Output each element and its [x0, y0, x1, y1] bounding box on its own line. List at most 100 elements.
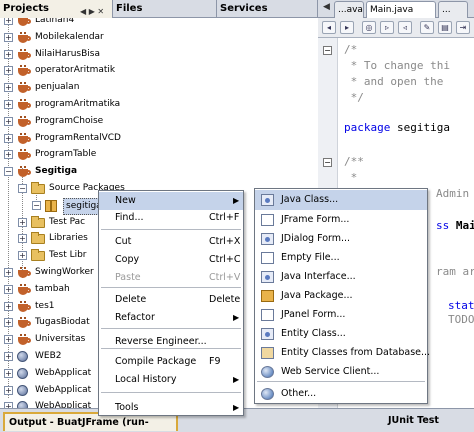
submenu-arrow-icon: ▶: [233, 375, 240, 384]
shift-line-icon[interactable]: ⇥: [456, 21, 470, 34]
menu-item-shortcut: Ctrl+V: [209, 272, 241, 283]
expand-icon[interactable]: +: [18, 217, 27, 227]
menu-item-shortcut: Delete: [209, 294, 241, 305]
menu-item-delete[interactable]: Delete Delete: [99, 291, 243, 309]
expand-icon[interactable]: +: [4, 49, 13, 59]
expand-icon[interactable]: +: [4, 352, 13, 361]
expand-icon[interactable]: +: [4, 284, 13, 294]
tab-projects[interactable]: Projects ◀ ▶ ✕: [0, 0, 113, 18]
submenu-item-java-interface[interactable]: Java Interface...: [255, 267, 427, 287]
find-icon[interactable]: ◎: [362, 21, 376, 34]
editor-tab-3-label: ...: [442, 5, 451, 15]
expand-icon[interactable]: +: [4, 150, 13, 160]
menu-item-reverse-engineer[interactable]: Reverse Engineer...: [99, 333, 243, 351]
expand-icon[interactable]: +: [4, 268, 13, 277]
code-line: TODO: [448, 313, 474, 326]
submenu-item-java-package[interactable]: Java Package...: [255, 286, 427, 306]
expand-icon[interactable]: +: [4, 368, 13, 378]
tree-item-label: Libraries: [49, 233, 88, 244]
menu-item-shortcut: Ctrl+X: [209, 236, 241, 247]
tree-item[interactable]: − Segitiga: [0, 163, 318, 180]
expand-icon[interactable]: +: [18, 251, 27, 261]
menu-item-cut[interactable]: Cut Ctrl+X: [99, 233, 243, 251]
submenu-item-java-class[interactable]: Java Class...: [255, 190, 427, 210]
expand-icon[interactable]: +: [4, 18, 13, 25]
code-line: /**: [344, 155, 364, 168]
submenu-item-jframe-form[interactable]: JFrame Form...: [255, 210, 427, 230]
code-line: * To change thi: [344, 59, 450, 72]
tree-item-label: tambah: [35, 283, 70, 294]
back-icon[interactable]: ◂: [322, 21, 336, 34]
java-project-icon: [17, 283, 31, 295]
collapse-icon[interactable]: −: [32, 200, 41, 210]
tree-item[interactable]: + NilaiHarusBisa: [0, 46, 318, 63]
find-prev-icon[interactable]: ◃: [398, 21, 412, 34]
menu-item-tools[interactable]: Tools ▶: [99, 399, 243, 417]
submenu-item-jdialog-form[interactable]: JDialog Form...: [255, 229, 427, 249]
editor-tab-scroll-left-icon[interactable]: ◀: [323, 2, 330, 12]
submenu-item-label: Entity Class...: [281, 328, 346, 339]
tree-item[interactable]: + ProgramChoise: [0, 113, 318, 130]
menu-item-compile-package[interactable]: Compile Package F9: [99, 353, 243, 371]
expand-icon[interactable]: +: [18, 234, 27, 244]
menu-item-local-history[interactable]: Local History ▶: [99, 371, 243, 389]
toggle-highlight-icon[interactable]: ✎: [420, 21, 434, 34]
toggle-bookmark-icon[interactable]: ▤: [438, 21, 452, 34]
editor-tab-3[interactable]: ...: [438, 1, 468, 18]
expand-icon[interactable]: +: [4, 385, 13, 395]
menu-item-shortcut: F9: [209, 356, 221, 367]
code-line: *: [344, 171, 358, 184]
expand-icon[interactable]: +: [4, 32, 13, 42]
menu-item-find[interactable]: Find... Ctrl+F: [99, 209, 243, 227]
tree-item-label: Test Libr: [49, 250, 87, 261]
tree-item[interactable]: + operatorAritmatik: [0, 62, 318, 79]
tree-item[interactable]: + penjualan: [0, 79, 318, 96]
menu-item-shortcut: Ctrl+F: [209, 212, 240, 223]
fold-toggle-icon[interactable]: −: [323, 158, 332, 167]
tab-files[interactable]: Files: [113, 0, 217, 18]
tree-item[interactable]: + ProgramRentalVCD: [0, 130, 318, 147]
collapse-icon[interactable]: −: [4, 167, 13, 177]
expand-icon[interactable]: +: [4, 83, 13, 93]
expand-icon[interactable]: +: [4, 318, 13, 328]
tree-item[interactable]: + ProgramTable: [0, 146, 318, 163]
submenu-arrow-icon: ▶: [233, 196, 240, 205]
jpanel-form-icon: [261, 309, 274, 321]
java-project-icon: [17, 48, 31, 60]
editor-tab-1[interactable]: ...ava: [334, 1, 364, 18]
menu-item-label: Delete: [115, 294, 147, 305]
java-project-icon: [17, 317, 31, 329]
fold-toggle-icon[interactable]: −: [323, 46, 332, 55]
java-project-icon: [17, 31, 31, 43]
expand-icon[interactable]: +: [4, 301, 13, 311]
submenu-item-empty-file[interactable]: Empty File...: [255, 248, 427, 268]
expand-icon[interactable]: +: [4, 66, 13, 76]
forward-icon[interactable]: ▸: [340, 21, 354, 34]
submenu-item-entity-classes-from-database[interactable]: Entity Classes from Database...: [255, 343, 430, 363]
tab-services[interactable]: Services: [217, 0, 318, 18]
menu-item-refactor[interactable]: Refactor ▶: [99, 309, 243, 327]
expand-icon[interactable]: +: [4, 100, 13, 109]
submenu-item-web-service-client[interactable]: Web Service Client...: [255, 362, 427, 382]
expand-icon[interactable]: +: [4, 116, 13, 126]
tab-junit[interactable]: JUnit Test Result: [384, 412, 474, 431]
submenu-item-label: Java Class...: [281, 194, 339, 205]
editor-tab-main-java[interactable]: Main.java: [366, 1, 436, 18]
folder-icon: [31, 249, 45, 262]
top-tab-bar: Projects ◀ ▶ ✕ Files Services ◀ ...ava M…: [0, 0, 474, 18]
collapse-icon[interactable]: −: [18, 184, 27, 193]
new-submenu: Java Class... JFrame Form... JDialog Form.…: [254, 188, 430, 404]
submenu-item-jpanel-form[interactable]: JPanel Form...: [255, 305, 427, 325]
tree-item[interactable]: + Mobilekalendar: [0, 29, 318, 46]
menu-item-new[interactable]: New ▶: [99, 192, 243, 210]
menu-separator: [101, 287, 241, 288]
tree-item[interactable]: + Latihan4: [0, 18, 318, 29]
submenu-item-entity-class[interactable]: Entity Class...: [255, 324, 427, 344]
tree-item[interactable]: + programAritmatika: [0, 96, 318, 113]
find-next-icon[interactable]: ▹: [380, 21, 394, 34]
java-project-icon: [17, 65, 31, 77]
menu-item-copy[interactable]: Copy Ctrl+C: [99, 251, 243, 269]
submenu-item-other[interactable]: Other...: [255, 384, 427, 404]
expand-icon[interactable]: +: [4, 133, 13, 143]
expand-icon[interactable]: +: [4, 335, 13, 345]
